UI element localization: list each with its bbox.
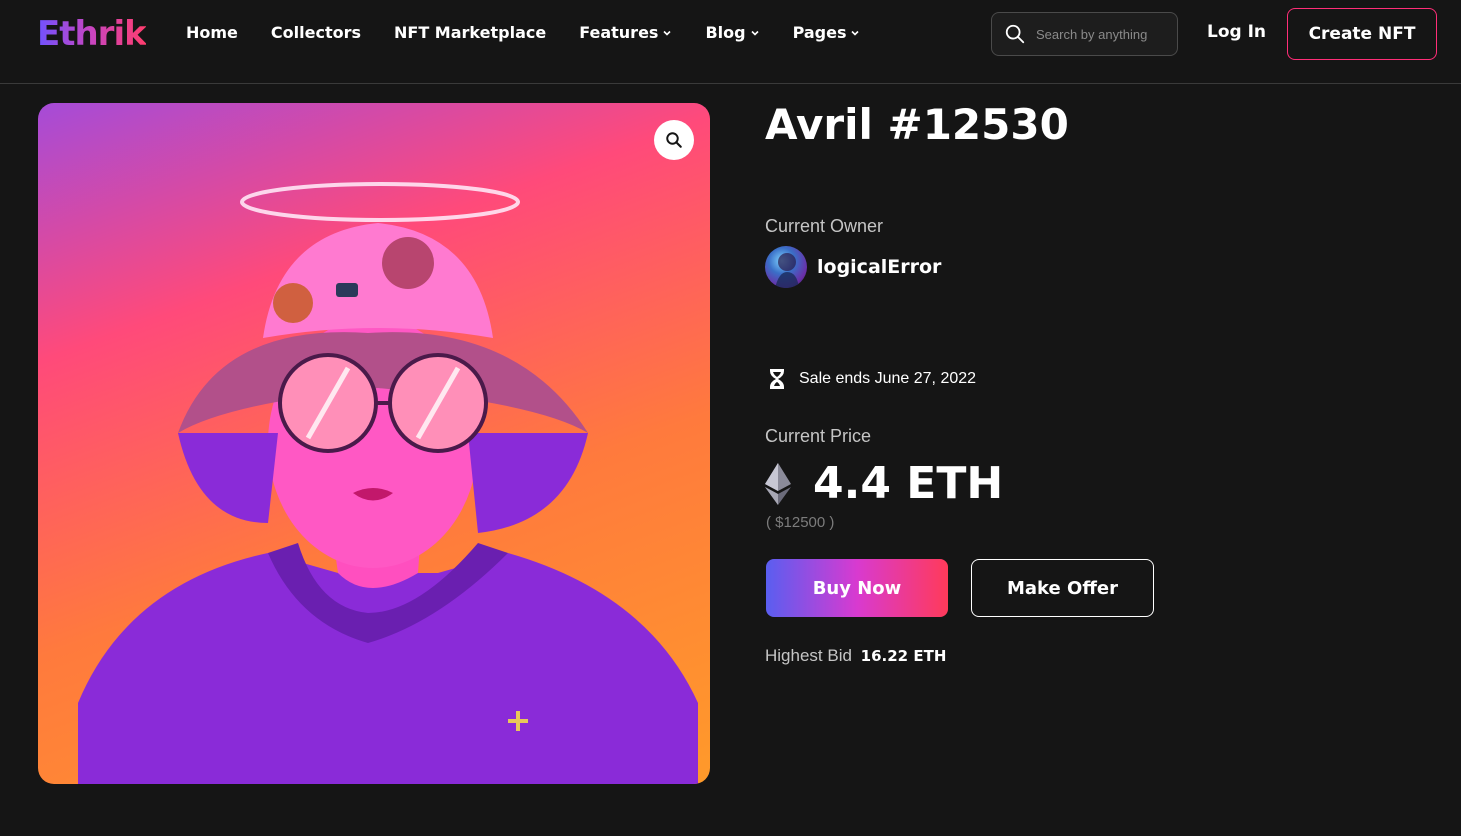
price-label: Current Price	[765, 426, 872, 446]
price-usd: ( $12500 )	[766, 514, 835, 531]
nav-item-label: Collectors	[270, 23, 361, 42]
price-value: 4.4 ETH	[813, 458, 1004, 509]
nav-item-nft-marketplace[interactable]: NFT Marketplace	[394, 23, 546, 42]
nav-item-pages[interactable]: Pages	[793, 23, 861, 42]
nft-title: Avril #12530	[765, 100, 1069, 149]
nft-artwork-illustration	[78, 182, 698, 784]
nav-item-label: NFT Marketplace	[394, 23, 547, 42]
nav-item-collectors[interactable]: Collectors	[271, 23, 361, 42]
nav-item-label: Pages	[792, 23, 847, 42]
owner-row[interactable]: logicalError	[765, 246, 941, 288]
sale-info: Sale ends June 27, 2022	[767, 368, 976, 390]
chevron-down-icon	[663, 30, 672, 36]
nft-artwork[interactable]	[38, 103, 710, 784]
sale-end-text: Sale ends June 27, 2022	[799, 370, 977, 387]
zoom-icon	[666, 132, 682, 148]
buy-now-button[interactable]: Buy Now	[766, 559, 948, 617]
owner-name[interactable]: logicalError	[817, 256, 941, 278]
nav-item-label: Home	[186, 23, 238, 42]
hourglass-icon	[770, 369, 784, 389]
nav-item-blog[interactable]: Blog	[705, 23, 759, 42]
logo[interactable]: Ethrik	[37, 14, 147, 54]
highest-bid-label: Highest Bid	[765, 646, 852, 665]
highest-bid-value: 16.22 ETH	[860, 647, 947, 665]
search-icon	[1005, 24, 1025, 44]
create-nft-button[interactable]: Create NFT	[1287, 8, 1437, 60]
login-link[interactable]: Log In	[1207, 22, 1266, 42]
make-offer-button[interactable]: Make Offer	[971, 559, 1154, 617]
avatar[interactable]	[765, 246, 807, 288]
nav-item-features[interactable]: Features	[579, 23, 672, 42]
chevron-down-icon	[851, 30, 860, 36]
highest-bid: Highest Bid 16.22 ETH	[765, 646, 946, 666]
header: Ethrik Home Collectors NFT Marketplace F…	[0, 0, 1461, 84]
zoom-button[interactable]	[654, 120, 694, 160]
owner-label: Current Owner	[765, 216, 884, 236]
search-box[interactable]	[991, 12, 1178, 56]
main-nav: Home Collectors NFT Marketplace Features…	[186, 23, 893, 42]
avatar-illustration	[775, 253, 799, 288]
nav-item-home[interactable]: Home	[186, 23, 238, 42]
ethereum-icon	[765, 462, 791, 505]
nav-item-label: Features	[579, 23, 659, 42]
chevron-down-icon	[750, 30, 759, 36]
nav-item-label: Blog	[705, 23, 746, 42]
search-input[interactable]	[1036, 26, 1166, 42]
price-row: 4.4 ETH	[765, 458, 1003, 509]
